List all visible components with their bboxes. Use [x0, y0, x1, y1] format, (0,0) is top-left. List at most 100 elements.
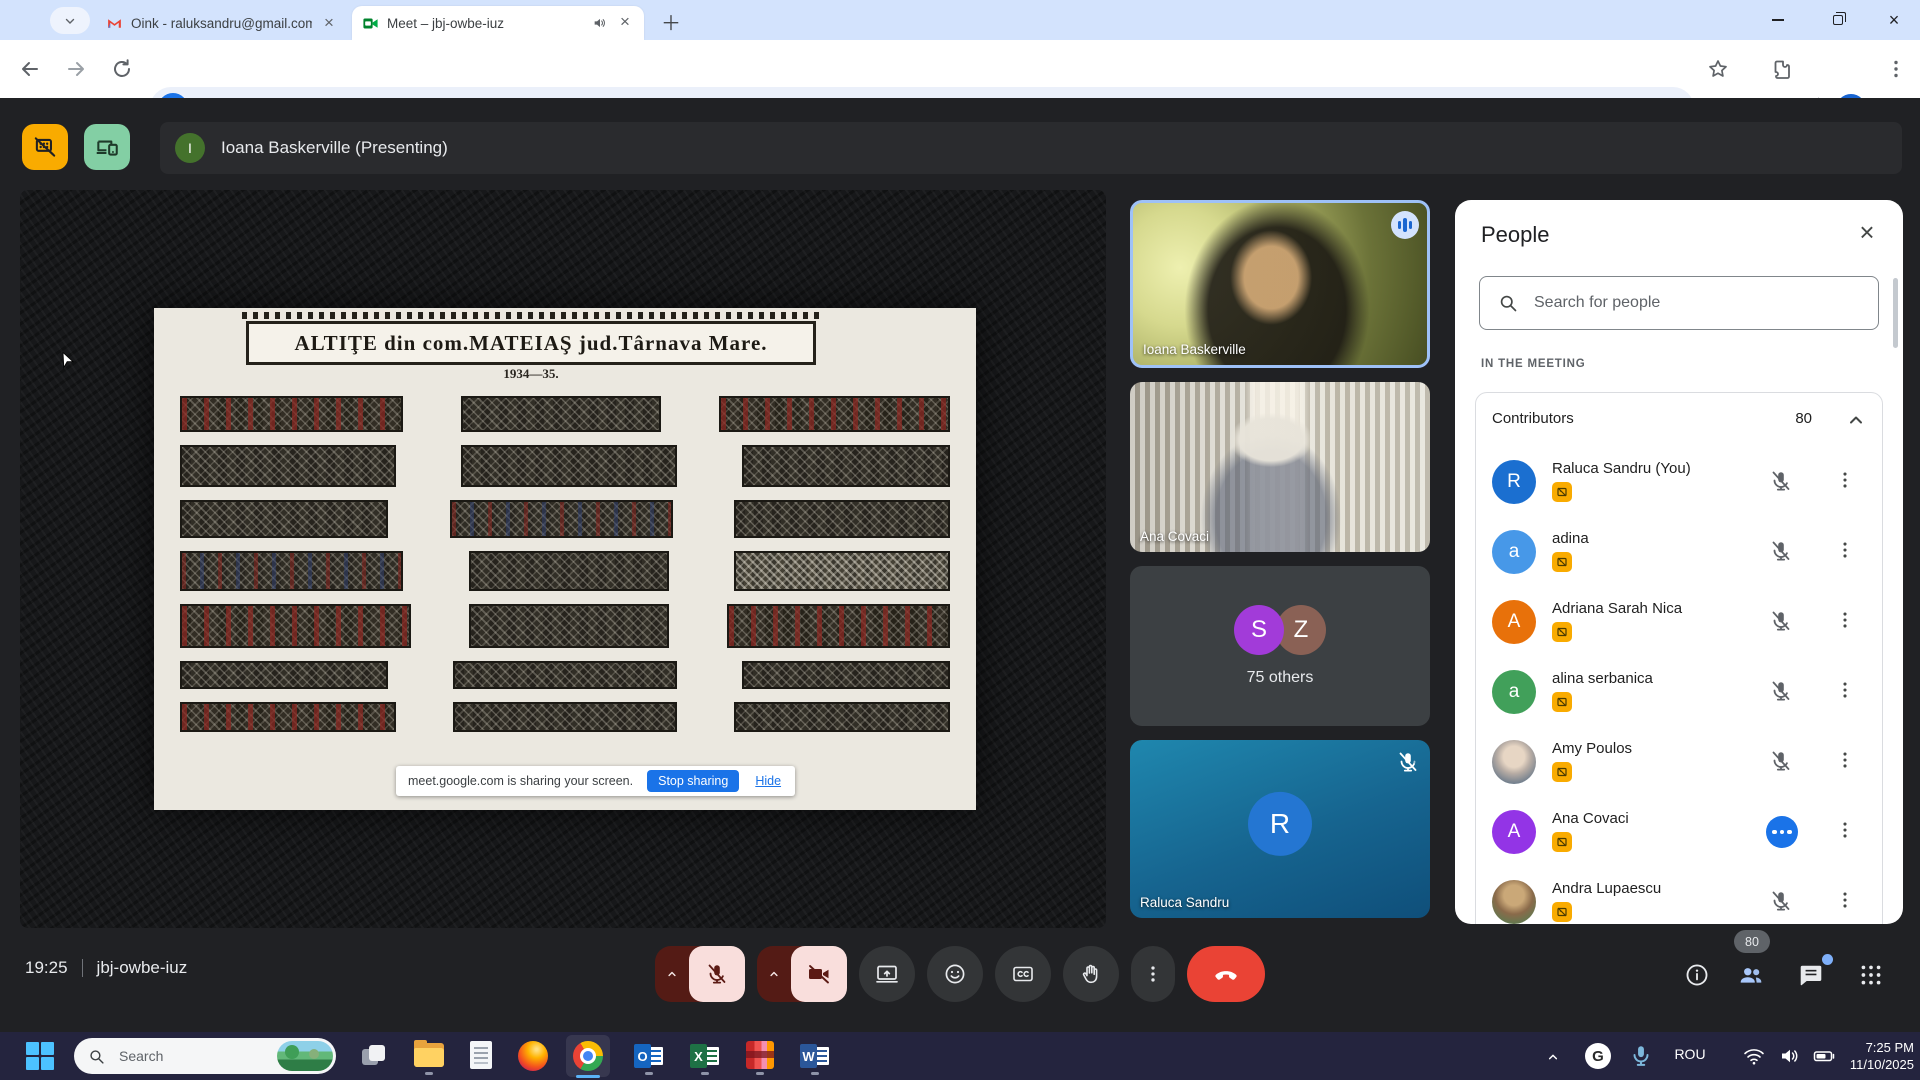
g-app-tray-icon[interactable]: G	[1585, 1043, 1611, 1069]
word-icon[interactable]: W	[800, 1041, 830, 1071]
people-search[interactable]	[1479, 276, 1879, 330]
people-search-input[interactable]	[1534, 294, 1878, 312]
excel-icon[interactable]: X	[690, 1041, 720, 1071]
tile-name: Ioana Baskerville	[1143, 342, 1246, 357]
volume-icon[interactable]	[1778, 1044, 1802, 1068]
task-view-button[interactable]	[362, 1045, 386, 1067]
mic-options-chevron[interactable]	[655, 946, 689, 1002]
tab-close-icon[interactable]: ×	[320, 15, 338, 33]
info-button[interactable]	[1684, 962, 1710, 988]
participant-menu-button[interactable]	[1834, 539, 1858, 563]
avatar: a	[1492, 530, 1536, 574]
outlook-icon[interactable]: O	[634, 1041, 664, 1071]
chart-subtitle: 1934—35.	[246, 366, 816, 382]
panel-scrollbar[interactable]	[1893, 278, 1898, 348]
raise-hand-button[interactable]	[1063, 946, 1119, 1002]
video-tile[interactable]: Ana Covaci	[1130, 382, 1430, 552]
textile-strip	[469, 551, 669, 591]
chrome-logo	[573, 1041, 603, 1071]
textile-strip	[461, 445, 677, 487]
tray-mic-icon[interactable]	[1628, 1043, 1654, 1069]
tab-meet[interactable]: Meet – jbj-owbe-iuz ×	[352, 6, 644, 40]
browser-menu-button[interactable]	[1884, 57, 1908, 81]
no-video-badge-icon	[1552, 692, 1572, 712]
mic-off-icon	[1769, 749, 1793, 773]
start-button[interactable]	[26, 1042, 54, 1070]
forward-button[interactable]	[64, 57, 88, 81]
camera-options-chevron[interactable]	[757, 946, 791, 1002]
chat-button[interactable]	[1798, 962, 1824, 988]
wifi-icon[interactable]	[1742, 1044, 1766, 1068]
overflow-label: 75 others	[1247, 669, 1314, 687]
new-tab-button[interactable]: ＋	[658, 8, 684, 34]
taskbar-search[interactable]: Search	[74, 1038, 336, 1074]
participant-name: Ana Covaci	[1552, 810, 1629, 827]
hide-banner-link[interactable]: Hide	[755, 774, 781, 788]
back-button[interactable]	[18, 57, 42, 81]
more-options-button[interactable]	[1131, 946, 1175, 1002]
tray-date: 11/10/2025	[1840, 1056, 1914, 1073]
avatar: A	[1492, 810, 1536, 854]
participant-menu-button[interactable]	[1834, 679, 1858, 703]
textile-strip	[180, 661, 388, 689]
apps-button[interactable]	[1858, 962, 1884, 988]
chrome-icon-active[interactable]	[566, 1035, 610, 1077]
participant-row: aalina serbanica	[1476, 657, 1882, 727]
participant-menu-button[interactable]	[1834, 469, 1858, 493]
video-tile-active-speaker[interactable]: Ioana Baskerville	[1130, 200, 1430, 368]
battery-icon[interactable]	[1812, 1044, 1836, 1068]
participant-menu-button[interactable]	[1834, 889, 1858, 913]
people-button[interactable]	[1738, 962, 1764, 988]
window-close-button[interactable]: ×	[1868, 0, 1920, 40]
winrar-icon[interactable]	[746, 1041, 774, 1069]
minimize-icon	[1772, 19, 1784, 21]
textile-strip	[180, 702, 396, 732]
participant-menu-button[interactable]	[1834, 609, 1858, 633]
tray-expand-chevron[interactable]	[1545, 1049, 1561, 1065]
no-video-badge-icon	[1552, 622, 1572, 642]
window-restore-button[interactable]	[1812, 0, 1864, 40]
group-count: 80	[1795, 410, 1812, 427]
end-call-button[interactable]	[1187, 946, 1265, 1002]
tab-close-icon[interactable]: ×	[616, 14, 634, 32]
video-tile-self[interactable]: R Raluca Sandru	[1130, 740, 1430, 918]
tab-audio-icon[interactable]	[592, 15, 608, 31]
restore-icon	[1833, 15, 1843, 25]
taskbar-clock[interactable]: 7:25 PM 11/10/2025	[1840, 1039, 1914, 1073]
participant-name: adina	[1552, 530, 1589, 547]
language-indicator[interactable]: ROU	[1664, 1046, 1716, 1062]
collapse-chevron-icon[interactable]	[1844, 408, 1868, 432]
mic-off-button[interactable]	[689, 946, 745, 1002]
screenshare-devices-button[interactable]	[84, 124, 130, 170]
close-icon[interactable]: ×	[1851, 216, 1883, 248]
extensions-icon[interactable]	[1768, 57, 1792, 81]
textile-strip	[727, 604, 950, 648]
participant-menu-button[interactable]	[1834, 819, 1858, 843]
window-minimize-button[interactable]	[1752, 0, 1804, 40]
no-video-badge-icon	[1552, 902, 1572, 922]
overflow-tile[interactable]: S Z 75 others	[1130, 566, 1430, 726]
firefox-icon[interactable]	[518, 1041, 548, 1071]
no-video-badge-icon	[1552, 832, 1572, 852]
bookmark-star-button[interactable]	[1706, 57, 1730, 81]
participant-name: Andra Lupaescu	[1552, 880, 1661, 897]
stop-sharing-button[interactable]: Stop sharing	[647, 770, 739, 792]
reload-button[interactable]	[110, 57, 134, 81]
group-label: Contributors	[1492, 410, 1574, 427]
captions-button[interactable]	[995, 946, 1051, 1002]
mosaic-off-button[interactable]	[22, 124, 68, 170]
reactions-button[interactable]	[927, 946, 983, 1002]
divider	[82, 959, 83, 977]
textile-strip	[453, 702, 676, 732]
tab-search-button[interactable]	[50, 7, 90, 34]
file-explorer-icon[interactable]	[414, 1043, 444, 1067]
present-button[interactable]	[859, 946, 915, 1002]
tray-time: 7:25 PM	[1840, 1039, 1914, 1056]
weather-widget-image[interactable]	[277, 1041, 333, 1071]
camera-off-button[interactable]	[791, 946, 847, 1002]
notepad-icon[interactable]	[470, 1041, 492, 1069]
search-icon	[1498, 293, 1518, 313]
tab-gmail[interactable]: Oink - raluksandru@gmail.com ×	[96, 7, 348, 40]
search-label: Search	[119, 1048, 277, 1064]
participant-menu-button[interactable]	[1834, 749, 1858, 773]
